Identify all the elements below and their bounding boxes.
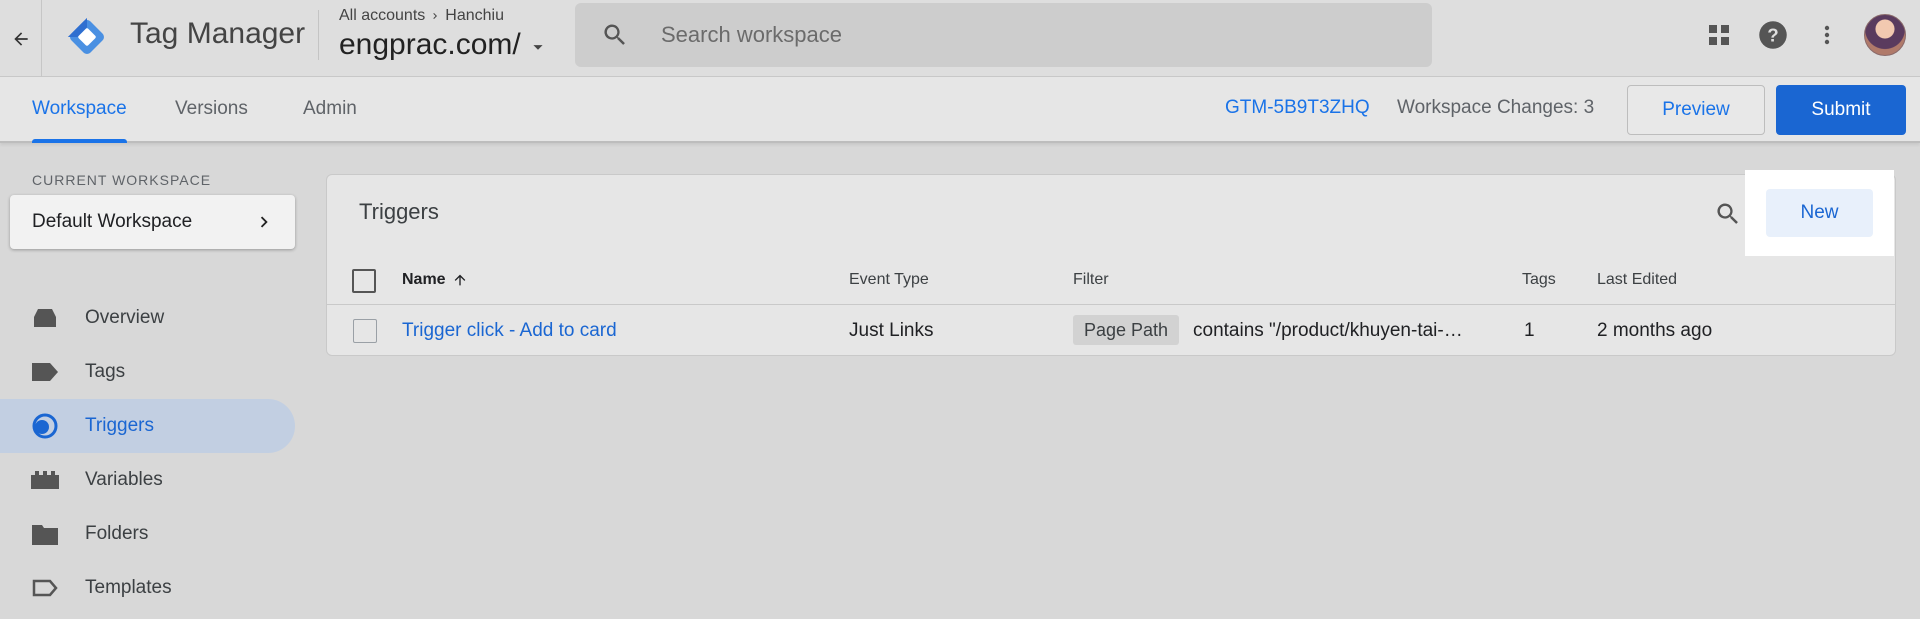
- top-icons: ?: [1692, 0, 1920, 70]
- column-header-tags[interactable]: Tags: [1522, 271, 1556, 289]
- sidebar-item-label: Tags: [85, 361, 126, 382]
- sub-nav: Workspace Versions Admin GTM-5B9T3ZHQ Wo…: [0, 77, 1920, 143]
- search-icon: [601, 21, 645, 49]
- tag-manager-logo[interactable]: [64, 14, 110, 60]
- app-title: Tag Manager: [130, 17, 306, 50]
- chevron-right-icon: [433, 13, 438, 19]
- sidebar-item-label: Overview: [85, 307, 165, 328]
- arrow-up-icon: [454, 274, 465, 286]
- workspace-name: Default Workspace: [32, 211, 193, 232]
- avatar[interactable]: [1864, 14, 1906, 56]
- arrow-left-icon: [13, 31, 28, 46]
- workspace-selector[interactable]: Default Workspace: [10, 195, 295, 249]
- template-icon: [30, 573, 60, 603]
- tags-count: 1: [1524, 320, 1535, 341]
- sidebar-item-variables[interactable]: Variables: [0, 453, 295, 507]
- container-id-link[interactable]: GTM-5B9T3ZHQ: [1225, 97, 1370, 119]
- sidebar-item-templates[interactable]: Templates: [0, 561, 295, 615]
- sidebar-item-label: Templates: [85, 577, 172, 598]
- tab-admin[interactable]: Admin: [303, 77, 357, 141]
- sidebar-item-label: Triggers: [85, 415, 154, 436]
- trigger-icon: [30, 411, 60, 441]
- sidebar-item-triggers[interactable]: Triggers: [0, 399, 295, 453]
- help-icon[interactable]: ?: [1746, 8, 1800, 62]
- container-selector[interactable]: engprac.com/: [339, 28, 549, 62]
- variables-icon: [30, 465, 60, 495]
- breadcrumb[interactable]: All accounts Hanchiu: [339, 7, 504, 25]
- column-header-filter[interactable]: Filter: [1073, 271, 1109, 289]
- filter-text: contains "/product/khuyen-tai-…: [1193, 320, 1463, 341]
- column-header-last-edited[interactable]: Last Edited: [1597, 271, 1677, 289]
- submit-button[interactable]: Submit: [1776, 85, 1906, 135]
- column-header-event-type[interactable]: Event Type: [849, 271, 929, 289]
- more-vert-icon[interactable]: [1800, 8, 1854, 62]
- chevron-right-icon: [260, 216, 268, 228]
- back-button[interactable]: [0, 0, 42, 77]
- panel-title: Triggers: [359, 199, 439, 224]
- preview-button[interactable]: Preview: [1627, 85, 1765, 135]
- table-row[interactable]: Trigger click - Add to card Just Links P…: [327, 305, 1895, 357]
- table-header: Name Event Type Filter Tags Last Edited: [327, 257, 1895, 305]
- tag-icon: [30, 357, 60, 387]
- column-header-name[interactable]: Name: [402, 271, 468, 289]
- select-all-checkbox[interactable]: [352, 269, 376, 293]
- trigger-name-link[interactable]: Trigger click - Add to card: [402, 320, 617, 342]
- tab-versions[interactable]: Versions: [175, 77, 248, 141]
- sidebar-item-overview[interactable]: Overview: [0, 291, 295, 345]
- overview-icon: [30, 303, 60, 333]
- new-trigger-button[interactable]: New: [1766, 189, 1873, 237]
- new-button-highlight: New: [1745, 170, 1894, 256]
- search-input[interactable]: [661, 22, 1432, 48]
- column-header-label: Name: [402, 271, 446, 288]
- search-bar[interactable]: [575, 3, 1432, 67]
- sidebar-item-label: Folders: [85, 523, 149, 544]
- sidebar-item-label: Variables: [85, 469, 163, 490]
- title-divider: [318, 10, 319, 60]
- current-workspace-label: CURRENT WORKSPACE: [32, 172, 212, 188]
- apps-grid-icon[interactable]: [1692, 8, 1746, 62]
- sidebar-item-tags[interactable]: Tags: [0, 345, 295, 399]
- svg-text:?: ?: [1767, 24, 1778, 45]
- tab-workspace[interactable]: Workspace: [32, 77, 127, 143]
- breadcrumb-root[interactable]: All accounts: [339, 7, 425, 25]
- row-checkbox[interactable]: [353, 319, 377, 343]
- breadcrumb-account[interactable]: Hanchiu: [445, 7, 504, 25]
- top-bar: Tag Manager All accounts Hanchiu engprac…: [0, 0, 1920, 77]
- container-name: engprac.com/: [339, 28, 521, 61]
- sidebar-item-folders[interactable]: Folders: [0, 507, 295, 561]
- last-edited: 2 months ago: [1597, 320, 1713, 341]
- caret-down-icon: [533, 45, 543, 50]
- triggers-panel: Triggers New Name Event Type Filter Tags…: [326, 170, 1896, 357]
- filter-chip: Page Path: [1073, 315, 1180, 345]
- workspace-changes: Workspace Changes: 3: [1397, 97, 1595, 118]
- search-icon[interactable]: [1711, 197, 1745, 231]
- folder-icon: [30, 519, 60, 549]
- event-type: Just Links: [849, 320, 934, 341]
